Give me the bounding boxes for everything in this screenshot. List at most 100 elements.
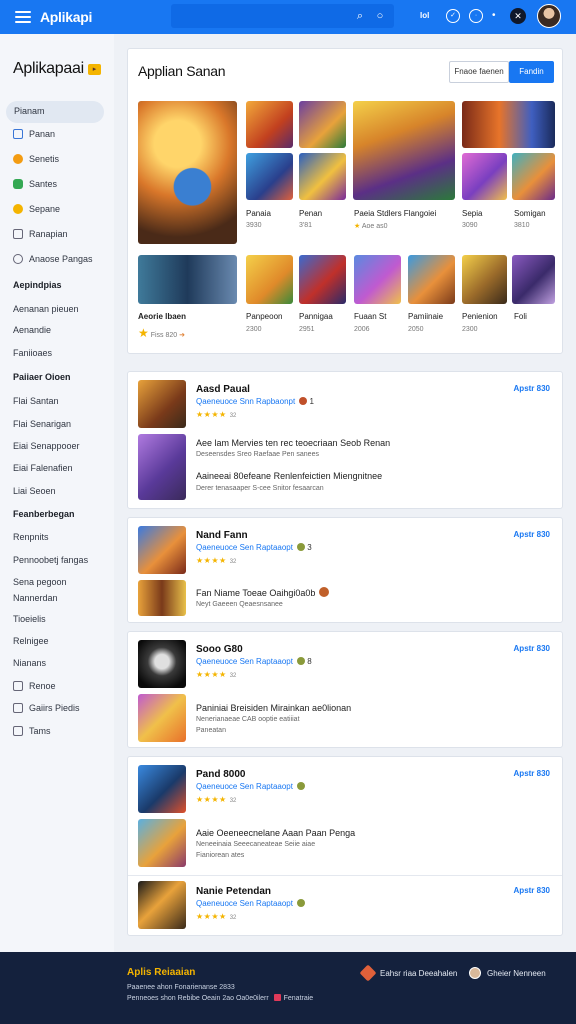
app-icon[interactable] [138, 580, 186, 616]
game-tile[interactable] [299, 255, 346, 304]
clock-icon[interactable]: · [469, 9, 483, 23]
game-tile[interactable] [246, 255, 293, 304]
footer-link-1[interactable]: Eahsr riaa Deeahalen [359, 964, 457, 982]
sidebar-item-8[interactable]: Aenanan pieuen [13, 304, 79, 314]
footer-link-2[interactable]: Gheier Nenneen [469, 967, 546, 979]
tab-active[interactable]: Fandin [509, 61, 554, 83]
app-title[interactable]: Sooo G80 [196, 644, 243, 655]
avatar[interactable] [537, 4, 561, 28]
app-developer[interactable]: Qaeneuoce Sen Raptaaopt [196, 899, 305, 908]
sidebar-item-label: Aenanan pieuen [13, 304, 79, 314]
sidebar-item-0[interactable]: Pianam [14, 106, 45, 116]
game-tile[interactable] [512, 255, 555, 304]
sidebar-item-17[interactable]: Feanberbegan [13, 509, 75, 519]
close-icon[interactable]: ✕ [510, 8, 526, 24]
game-tile[interactable] [299, 153, 346, 200]
game-tile[interactable] [246, 153, 293, 200]
game-tile-hero[interactable] [138, 101, 237, 244]
sidebar-item-14[interactable]: Eiai Senappooer [13, 441, 80, 451]
game-tile[interactable] [246, 101, 293, 148]
rating-count: 32 [229, 798, 237, 804]
sidebar-item-15[interactable]: Eiai Falenafien [13, 463, 73, 473]
app-title[interactable]: Nanie Petendan [196, 886, 271, 897]
sidebar-item-13[interactable]: Flai Senarigan [13, 419, 71, 429]
app-title[interactable]: Pand 8000 [196, 769, 245, 780]
sidebar-item-9[interactable]: Aenandie [13, 325, 51, 335]
sidebar-item-21[interactable]: Nannerdan [13, 593, 58, 603]
game-tile[interactable] [462, 153, 507, 200]
bell-icon[interactable]: • [492, 9, 496, 23]
tile-label: Panpeoon [246, 312, 283, 321]
sidebar-item-20[interactable]: Sena pegoon [13, 577, 67, 587]
sidebar-item-16[interactable]: Liai Seoen [13, 486, 56, 496]
app-icon[interactable] [138, 765, 186, 813]
game-tile[interactable] [462, 101, 555, 148]
tab-filter[interactable]: Fnaoe faenen [449, 61, 509, 83]
app-description-text: Fan Niame Toeae Oaihgi0a0b [196, 588, 316, 598]
sidebar-item-label: Santes [29, 179, 58, 189]
app-developer[interactable]: Qaeneuoce Sen Raptaaopt 8 [196, 657, 312, 666]
sidebar-item-23[interactable]: Relnigee [13, 636, 49, 646]
app-icon[interactable] [138, 881, 186, 929]
rating-count: 32 [229, 559, 237, 565]
search-input[interactable]: ⌕ ○ [171, 4, 394, 28]
game-tile[interactable] [138, 255, 237, 304]
flag-icon [273, 994, 281, 1001]
app-developer[interactable]: Qaeneuoce Sen Raptaaopt 3 [196, 543, 312, 552]
sidebar-item-18[interactable]: Renpnits [13, 532, 49, 542]
app-icon[interactable] [138, 380, 186, 428]
price-button[interactable]: Apstr 830 [514, 769, 550, 778]
game-tile[interactable] [512, 153, 555, 200]
app-icon[interactable] [138, 434, 186, 500]
game-tile[interactable] [354, 255, 401, 304]
app-icon[interactable] [138, 526, 186, 574]
tile-sub: 2300 [462, 326, 478, 333]
tile-label: Somigan [514, 209, 546, 218]
sidebar-item-12[interactable]: Flai Santan [13, 396, 59, 406]
sidebar-item-25[interactable]: Renoe [13, 681, 56, 691]
sidebar-item-6[interactable]: Anaose Pangas [13, 254, 93, 264]
sidebar-item-26[interactable]: Gaiirs Piedis [13, 703, 80, 713]
app-title[interactable]: Nand Fann [196, 530, 248, 541]
sidebar-item-19[interactable]: Pennoobetj fangas [13, 555, 88, 565]
app-icon[interactable] [138, 694, 186, 742]
price-button[interactable]: Apstr 830 [514, 644, 550, 653]
app-developer[interactable]: Qaeneuoce Snn Rapbaonpt 1 [196, 397, 314, 406]
sidebar-item-10[interactable]: Faniioaes [13, 348, 52, 358]
sidebar-item-label: Tioeielis [13, 614, 46, 624]
sidebar-item-22[interactable]: Tioeielis [13, 614, 46, 624]
sidebar-item-5[interactable]: Ranapian [13, 229, 68, 239]
sidebar-item-label: Eiai Senappooer [13, 441, 80, 451]
sidebar-item-2[interactable]: Senetis [13, 154, 59, 164]
sidebar-item-7[interactable]: Aepindpias [13, 280, 62, 290]
sidebar-item-4[interactable]: Sepane [13, 204, 60, 214]
app-title[interactable]: Aasd Paual [196, 384, 250, 395]
lab-icon[interactable]: Iol [420, 9, 429, 23]
app-brand[interactable]: Aplikapi [40, 9, 92, 25]
game-tile[interactable] [408, 255, 455, 304]
search-icon[interactable]: ⌕ [353, 9, 367, 23]
game-tile-wide[interactable] [353, 101, 455, 200]
price-button[interactable]: Apstr 830 [514, 530, 550, 539]
price-button[interactable]: Apstr 830 [514, 384, 550, 393]
game-tile[interactable] [299, 101, 346, 148]
app-developer-text: Qaeneuoce Snn Rapbaonpt [196, 397, 296, 406]
menu-icon[interactable] [15, 11, 31, 23]
sidebar-item-3[interactable]: Santes [13, 179, 57, 189]
app-icon[interactable] [138, 819, 186, 867]
sidebar-item-27[interactable]: Tams [13, 726, 51, 736]
game-tile[interactable] [462, 255, 507, 304]
footer-link[interactable]: Fenatraie [284, 995, 314, 1002]
tile-label: Sepia [462, 209, 483, 218]
app-icon[interactable] [138, 640, 186, 688]
sidebar-item-24[interactable]: Nianans [13, 658, 46, 668]
search-icon[interactable]: ○ [373, 9, 387, 23]
footer-title: Aplis Reiaaian [127, 967, 196, 978]
sidebar-item-1[interactable]: Panan [13, 129, 55, 139]
app-developer[interactable]: Qaeneuoce Sen Raptaaopt [196, 782, 305, 791]
sidebar-item-11[interactable]: Paiiaer Oioen [13, 372, 71, 382]
sidebar-item-label: Paiiaer Oioen [13, 372, 71, 382]
app-subdescription: Derer tenasaaper S-cee Snitor fesaarcan [196, 485, 324, 492]
check-icon[interactable]: ✓ [446, 9, 460, 23]
price-button[interactable]: Apstr 830 [514, 886, 550, 895]
